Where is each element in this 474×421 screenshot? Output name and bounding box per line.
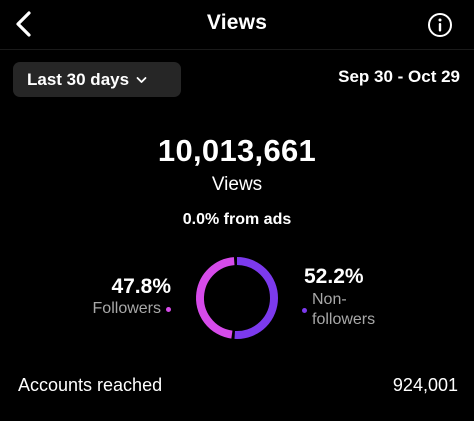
header: Views bbox=[0, 0, 474, 50]
chevron-down-icon bbox=[136, 76, 147, 83]
total-views-label: Views bbox=[211, 174, 263, 195]
nonfollowers-dot bbox=[302, 307, 307, 313]
header-divider bbox=[0, 49, 474, 50]
total-views-count: 10,013,661 bbox=[157, 133, 317, 168]
info-button[interactable] bbox=[427, 12, 453, 38]
nonfollowers-legend: Non- followers bbox=[302, 290, 402, 330]
date-range-dropdown-label: Last 30 days bbox=[27, 69, 130, 89]
date-range-text: Sep 30 - Oct 29 bbox=[338, 67, 460, 86]
followers-percentage: 47.8% bbox=[111, 275, 171, 298]
followers-dot bbox=[166, 306, 171, 312]
info-icon bbox=[428, 13, 452, 37]
followers-segment bbox=[196, 257, 278, 339]
nonfollowers-label: Non- followers bbox=[312, 290, 402, 330]
views-donut-chart bbox=[196, 257, 278, 339]
followers-label: Followers bbox=[92, 300, 161, 317]
page-title: Views bbox=[206, 11, 268, 34]
nonfollowers-label-line-1: Non- bbox=[312, 291, 347, 308]
date-range-dropdown[interactable]: Last 30 days bbox=[13, 62, 181, 97]
nonfollowers-label-line-2: followers bbox=[312, 311, 376, 328]
ads-percentage: 0.0% from ads bbox=[182, 211, 292, 228]
followers-legend: Followers bbox=[93, 300, 171, 318]
accounts-reached-value: 924,001 bbox=[392, 375, 458, 395]
accounts-reached-label: Accounts reached bbox=[18, 375, 163, 395]
nonfollowers-percentage: 52.2% bbox=[304, 265, 364, 288]
